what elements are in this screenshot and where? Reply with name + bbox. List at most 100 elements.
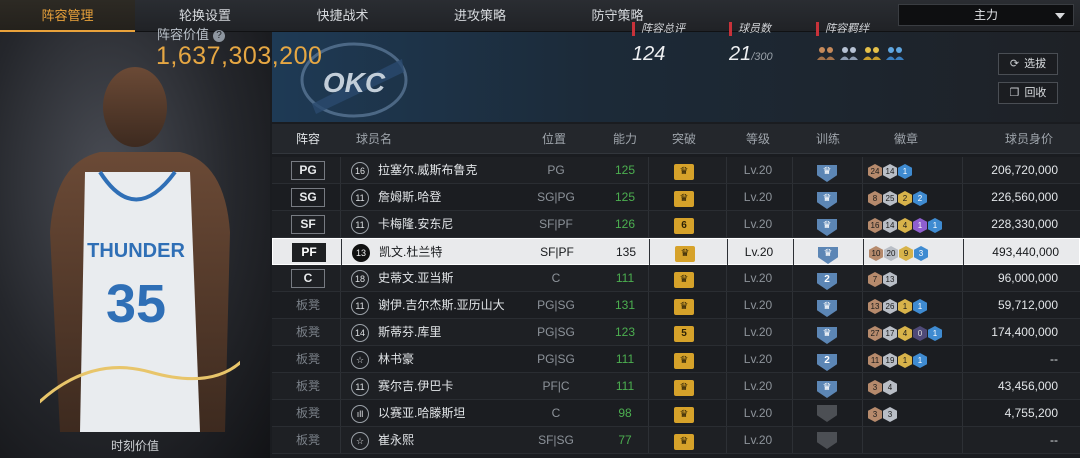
badges-cell[interactable]: 10 20 9 3 xyxy=(869,239,957,265)
breakthrough-cell[interactable]: 5 xyxy=(668,319,700,345)
training-shield-icon[interactable]: 2 xyxy=(817,273,837,290)
training-shield-icon[interactable] xyxy=(817,405,837,422)
breakthrough-cell[interactable]: ♛ xyxy=(668,184,700,210)
breakthrough-cell[interactable]: 6 xyxy=(668,211,700,237)
table-row[interactable]: PF 13 凯文.杜兰特 SF|PF 135 ♛ Lv.20 ♛ 10 20 9 3 … xyxy=(272,238,1080,265)
player-name[interactable]: 史蒂文.亚当斯 xyxy=(378,265,518,291)
table-row[interactable]: SG 11 詹姆斯.哈登 SG|PG 125 ♛ Lv.20 ♛ 8 25 2 2 2… xyxy=(272,184,1080,211)
training-cell[interactable] xyxy=(812,400,842,426)
header-salary[interactable]: 球员身价 xyxy=(998,124,1060,154)
recycle-button[interactable]: ❐ 回收 xyxy=(998,82,1058,104)
header-ability[interactable]: 能力 xyxy=(604,124,646,154)
lineup-bonds[interactable]: 阵容羁绊 xyxy=(816,22,905,61)
slot-cell: C xyxy=(284,265,332,291)
training-shield-icon[interactable]: ♛ xyxy=(818,247,838,264)
position-slot-box[interactable]: PG xyxy=(291,161,325,180)
training-shield-icon[interactable]: 2 xyxy=(817,354,837,371)
position-slot-box[interactable]: C xyxy=(291,269,325,288)
breakthrough-cell[interactable]: ♛ xyxy=(668,400,700,426)
player-name[interactable]: 凯文.杜兰特 xyxy=(379,239,519,265)
player-ability: 125 xyxy=(614,190,636,204)
table-row[interactable]: C 18 史蒂文.亚当斯 C 111 ♛ Lv.20 2 7 13 96,000,… xyxy=(272,265,1080,292)
training-shield-icon[interactable] xyxy=(817,432,837,449)
player-poster[interactable]: THUNDER 35 时刻价值 xyxy=(0,32,270,458)
badges-cell[interactable]: 27 17 4 0 1 xyxy=(868,319,956,345)
table-row[interactable]: 板凳 11 赛尔吉.伊巴卡 PF|C 111 ♛ Lv.20 ♛ 34 43,4… xyxy=(272,373,1080,400)
table-row[interactable]: 板凳 ☆ 崔永熙 SF|SG 77 ♛ Lv.20 -- xyxy=(272,427,1080,454)
table-row[interactable]: PG 16 拉塞尔.威斯布鲁克 PG 125 ♛ Lv.20 ♛ 24 14 1 2… xyxy=(272,157,1080,184)
jersey-number-badge: ☆ xyxy=(351,432,369,450)
player-name[interactable]: 斯蒂芬.库里 xyxy=(378,319,518,345)
training-cell[interactable]: ♛ xyxy=(813,239,843,265)
training-cell[interactable]: ♛ xyxy=(812,373,842,399)
training-shield-icon[interactable]: ♛ xyxy=(817,192,837,209)
training-cell[interactable]: ♛ xyxy=(812,292,842,318)
training-shield-icon[interactable]: ♛ xyxy=(817,165,837,182)
breakthrough-cell[interactable]: ♛ xyxy=(668,346,700,372)
breakthrough-cell[interactable]: ♛ xyxy=(668,157,700,183)
training-cell[interactable]: 2 xyxy=(812,346,842,372)
badges-cell[interactable]: 8 25 2 2 xyxy=(868,184,956,210)
table-row[interactable]: 板凳 ıll 以赛亚.哈滕斯坦 C 98 ♛ Lv.20 33 4,755,20… xyxy=(272,400,1080,427)
player-name[interactable]: 赛尔吉.伊巴卡 xyxy=(378,373,518,399)
training-cell[interactable]: ♛ xyxy=(812,319,842,345)
badges-cell[interactable]: 7 13 xyxy=(868,265,956,291)
header-slot[interactable]: 阵容 xyxy=(284,124,332,154)
player-name[interactable]: 林书豪 xyxy=(378,346,518,372)
lineup-dropdown[interactable]: 主力 xyxy=(898,4,1074,26)
slot-cell: SF xyxy=(284,211,332,237)
badges-cell[interactable] xyxy=(868,427,956,453)
player-name[interactable]: 谢伊.吉尔杰斯.亚历山大 xyxy=(378,292,518,318)
tab-offense-strategy[interactable]: 进攻策略 xyxy=(410,0,550,32)
header-position[interactable]: 位置 xyxy=(534,124,574,154)
position-slot-box[interactable]: SF xyxy=(291,215,325,234)
training-cell[interactable]: ♛ xyxy=(812,211,842,237)
training-shield-icon[interactable]: ♛ xyxy=(817,219,837,236)
position-slot-box[interactable]: SG xyxy=(291,188,325,207)
player-position: PG|SG xyxy=(537,325,575,339)
badge-blue-icon: 2 xyxy=(913,191,927,206)
breakthrough-cell[interactable]: ♛ xyxy=(668,427,700,453)
header-breakthrough[interactable]: 突破 xyxy=(668,124,700,154)
breakthrough-cell[interactable]: ♛ xyxy=(668,265,700,291)
training-shield-icon[interactable]: ♛ xyxy=(817,300,837,317)
badges-cell[interactable]: 16 14 4 1 1 xyxy=(868,211,956,237)
badges-cell[interactable]: 11 19 1 1 xyxy=(868,346,956,372)
breakthrough-cell[interactable]: ♛ xyxy=(668,292,700,318)
position-slot-box[interactable]: PF xyxy=(292,243,326,262)
player-name[interactable]: 以赛亚.哈滕斯坦 xyxy=(378,400,518,426)
training-shield-icon[interactable]: ♛ xyxy=(817,381,837,398)
player-count-label: 球员数 xyxy=(729,22,773,36)
badge-purple-icon: 1 xyxy=(913,218,927,233)
breakthrough-cell[interactable]: ♛ xyxy=(668,373,700,399)
player-name[interactable]: 卡梅隆.安东尼 xyxy=(378,211,518,237)
help-icon[interactable]: ? xyxy=(213,30,226,42)
header-badges[interactable]: 徽章 xyxy=(886,124,926,154)
player-name[interactable]: 崔永熙 xyxy=(378,427,518,453)
header-training[interactable]: 训练 xyxy=(808,124,848,154)
table-row[interactable]: SF 11 卡梅隆.安东尼 SF|PF 126 6 Lv.20 ♛ 16 14 4 1… xyxy=(272,211,1080,238)
tab-quick-tactics[interactable]: 快捷战术 xyxy=(275,0,410,32)
table-row[interactable]: 板凳 ☆ 林书豪 PG|SG 111 ♛ Lv.20 2 11 19 1 1 -- xyxy=(272,346,1080,373)
tab-lineup-management[interactable]: 阵容管理 xyxy=(0,0,135,32)
header-player-name[interactable]: 球员名 xyxy=(354,124,394,154)
player-name[interactable]: 拉塞尔.威斯布鲁克 xyxy=(378,157,518,183)
training-cell[interactable] xyxy=(812,427,842,453)
draft-button[interactable]: ⟳ 选拔 xyxy=(998,53,1058,75)
header-level[interactable]: 等级 xyxy=(738,124,778,154)
table-row[interactable]: 板凳 11 谢伊.吉尔杰斯.亚历山大 PG|SG 131 ♛ Lv.20 ♛ 1… xyxy=(272,292,1080,319)
breakthrough-cell[interactable]: ♛ xyxy=(669,239,701,265)
badges-cell[interactable]: 24 14 1 xyxy=(868,157,956,183)
table-row[interactable]: 板凳 14 斯蒂芬.库里 PG|SG 123 5 Lv.20 ♛ 27 17 4 0 1… xyxy=(272,319,1080,346)
player-name[interactable]: 詹姆斯.哈登 xyxy=(378,184,518,210)
training-cell[interactable]: 2 xyxy=(812,265,842,291)
badges-cell[interactable]: 13 26 1 1 xyxy=(868,292,956,318)
training-cell[interactable]: ♛ xyxy=(812,157,842,183)
badges-cell[interactable]: 33 xyxy=(868,400,956,426)
lineup-dropdown-value: 主力 xyxy=(973,8,998,22)
badges-cell[interactable]: 34 xyxy=(868,373,956,399)
training-shield-icon[interactable]: ♛ xyxy=(817,327,837,344)
training-cell[interactable]: ♛ xyxy=(812,184,842,210)
jersey-number-cell: 13 xyxy=(351,239,371,265)
player-portrait: THUNDER 35 xyxy=(40,67,240,432)
